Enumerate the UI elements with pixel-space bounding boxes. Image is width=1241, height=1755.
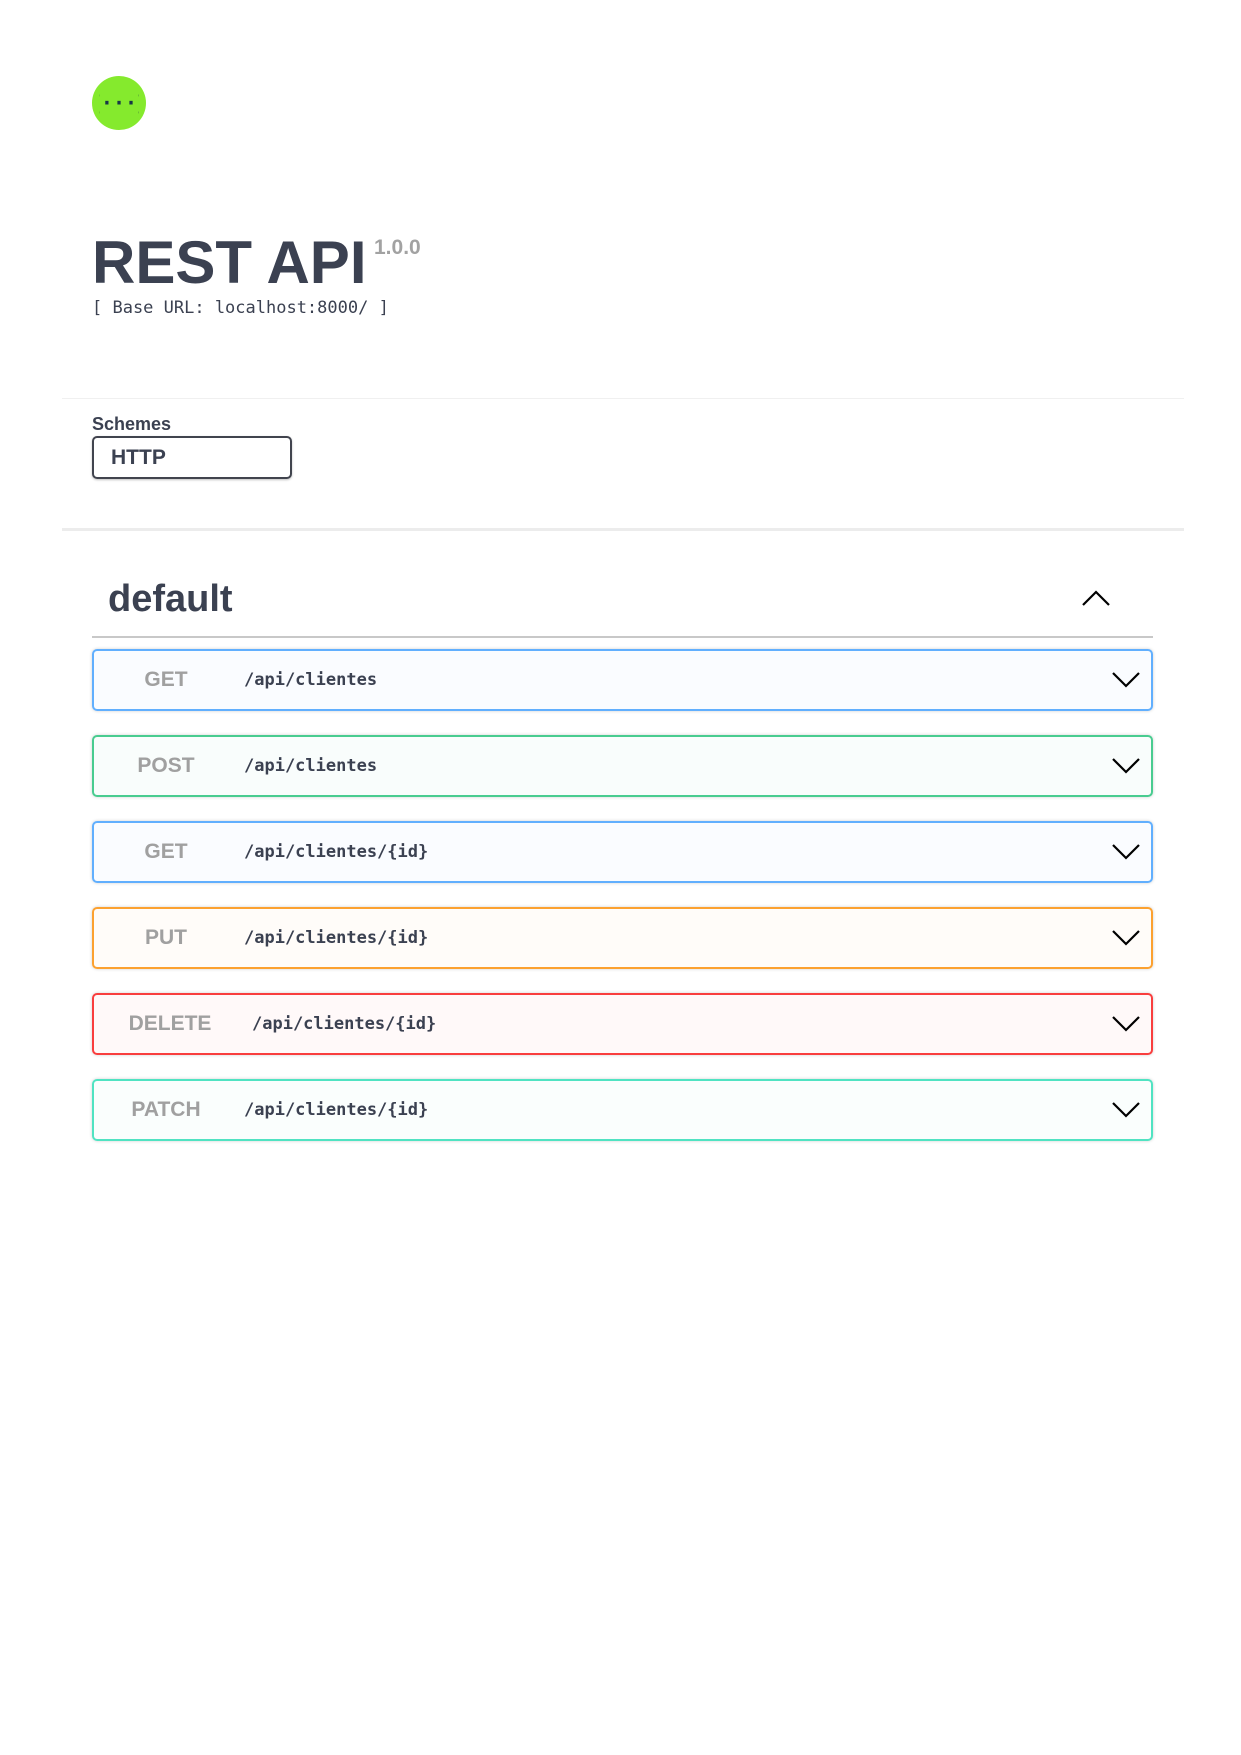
chevron-down-icon[interactable] — [1111, 670, 1141, 690]
section-header-default[interactable]: default — [92, 570, 1153, 638]
operation-delete-cliente[interactable]: DELETE /api/clientes/{id} — [92, 993, 1153, 1055]
method-label: PUT — [145, 926, 187, 949]
schemes-select[interactable]: HTTP — [92, 436, 292, 479]
logo: {···} — [92, 76, 146, 130]
chevron-down-icon[interactable] — [1111, 842, 1141, 862]
operation-put-cliente[interactable]: PUT /api/clientes/{id} — [92, 907, 1153, 969]
path-label: /api/clientes/{id} — [244, 1100, 429, 1120]
divider — [62, 528, 1184, 531]
page-title: REST API — [92, 229, 367, 296]
base-url: [ Base URL: localhost:8000/ ] — [92, 298, 389, 318]
chevron-up-icon[interactable] — [1081, 588, 1111, 608]
section-title: default — [108, 578, 233, 620]
title-block: REST API — [92, 228, 366, 298]
swagger-braces-icon: {···} — [99, 91, 139, 115]
version-badge: 1.0.0 — [374, 236, 421, 259]
method-label: POST — [137, 754, 195, 777]
path-label: /api/clientes — [244, 670, 378, 690]
method-label: GET — [144, 668, 188, 691]
path-label: /api/clientes/{id} — [244, 928, 429, 948]
operation-post-clientes[interactable]: POST /api/clientes — [92, 735, 1153, 797]
chevron-down-icon[interactable] — [1111, 1100, 1141, 1120]
divider — [62, 398, 1184, 399]
operation-patch-cliente[interactable]: PATCH /api/clientes/{id} — [92, 1079, 1153, 1141]
schemes-label: Schemes — [92, 414, 172, 434]
path-label: /api/clientes — [244, 756, 378, 776]
path-label: /api/clientes/{id} — [252, 1014, 437, 1034]
chevron-down-icon[interactable] — [1111, 756, 1141, 776]
method-label: PATCH — [131, 1098, 201, 1121]
operation-get-cliente-by-id[interactable]: GET /api/clientes/{id} — [92, 821, 1153, 883]
method-label: DELETE — [128, 1012, 212, 1035]
operation-get-clientes[interactable]: GET /api/clientes — [92, 649, 1153, 711]
schemes-selected-value: HTTP — [111, 445, 166, 469]
svg-text:{···}: {···} — [99, 91, 139, 115]
method-label: GET — [144, 840, 188, 863]
path-label: /api/clientes/{id} — [244, 842, 429, 862]
chevron-down-icon[interactable] — [1111, 928, 1141, 948]
chevron-down-icon[interactable] — [1111, 1014, 1141, 1034]
